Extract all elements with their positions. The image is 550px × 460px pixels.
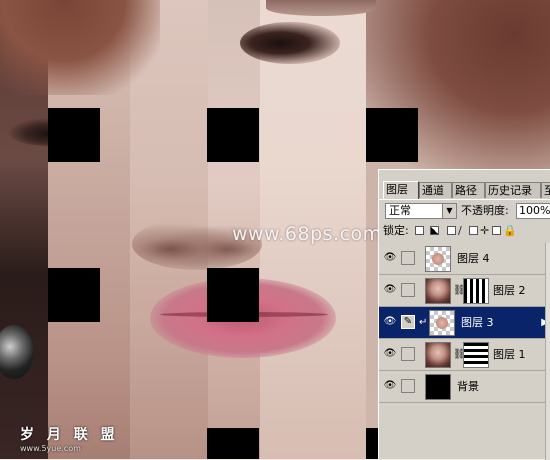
layer-mask-thumbnail[interactable] (463, 278, 489, 304)
lock-all-icon: 🔒 (503, 224, 517, 237)
eyebrow (266, 0, 376, 16)
lock-transparent-icon[interactable] (415, 226, 424, 235)
divider (379, 199, 550, 200)
chain-link-icon[interactable]: ⛓ (453, 349, 466, 361)
layer-thumbnail (429, 310, 455, 336)
lock-all-checkbox[interactable] (492, 226, 501, 235)
visibility-eye-icon[interactable]: 👁 (383, 316, 397, 328)
tab-paths[interactable]: 路径 (452, 182, 485, 198)
tab-history[interactable]: 历史记录 (485, 182, 541, 198)
black-square (207, 428, 259, 459)
layer-row-selected[interactable]: 👁 ✎ ↵ 图层 3 ▶ (379, 307, 550, 339)
black-square (207, 108, 259, 162)
layer-name: 图层 3 (461, 316, 494, 329)
watermark-url: www.5yue.com (20, 444, 81, 453)
layer-mask-thumbnail[interactable] (463, 342, 489, 368)
lock-label: 锁定: (383, 224, 409, 237)
lock-brush-checkbox[interactable] (447, 226, 456, 235)
panel-tabs: 图层 通道 路径 历史记录 至 (379, 181, 550, 199)
link-cell[interactable] (401, 251, 415, 265)
opacity-label: 不透明度: (461, 204, 509, 217)
layer-thumbnail (425, 246, 451, 272)
tab-layers[interactable]: 图层 (383, 181, 419, 199)
clipping-arrow-icon: ↵ (419, 317, 428, 328)
tab-more[interactable]: 至 (541, 182, 550, 198)
lock-row: 锁定: ∕ ✛ 🔒 (379, 223, 550, 239)
chevron-down-icon[interactable]: ▼ (442, 204, 456, 218)
layer-thumbnail (425, 342, 451, 368)
layer-thumbnail (425, 278, 451, 304)
layer-name: 背景 (457, 380, 479, 393)
black-square (366, 108, 418, 162)
layers-panel: 图层 通道 路径 历史记录 至 正常 ▼ 不透明度: 100% 锁定: ∕ ✛ … (378, 169, 550, 460)
black-square (48, 108, 100, 162)
link-cell[interactable] (401, 379, 415, 393)
blend-mode-select[interactable]: 正常 ▼ (385, 203, 457, 219)
lock-image-icon[interactable] (430, 226, 439, 235)
layer-thumbnail (425, 374, 451, 400)
blend-mode-value: 正常 (389, 204, 411, 217)
tab-channels[interactable]: 通道 (419, 182, 452, 198)
chain-link-icon[interactable]: ⛓ (453, 285, 466, 297)
black-square (366, 428, 378, 459)
visibility-eye-icon[interactable]: 👁 (383, 284, 397, 296)
layer-row[interactable]: 👁 ⛓ 图层 1 (379, 339, 550, 371)
brush-icon[interactable]: ✎ (401, 315, 415, 329)
layer-name: 图层 1 (493, 348, 526, 361)
hair-region (0, 0, 160, 95)
layer-row[interactable]: 👁 背景 (379, 371, 550, 403)
opacity-input[interactable]: 100% (516, 203, 550, 219)
move-icon: ✛ (480, 224, 490, 237)
black-square (48, 268, 100, 322)
lock-move-checkbox[interactable] (469, 226, 478, 235)
right-eye (240, 22, 340, 64)
scrollbar[interactable] (545, 243, 550, 460)
link-cell[interactable] (401, 283, 415, 297)
layer-row[interactable]: 👁 图层 4 (379, 243, 550, 275)
layer-name: 图层 4 (457, 252, 490, 265)
black-square (207, 268, 259, 322)
layer-row[interactable]: 👁 ⛓ 图层 2 (379, 275, 550, 307)
brush-icon: ∕ (458, 224, 462, 237)
visibility-eye-icon[interactable]: 👁 (383, 348, 397, 360)
watermark-brand: 岁 月 联 盟 (20, 427, 119, 443)
layer-name: 图层 2 (493, 284, 526, 297)
link-cell[interactable] (401, 347, 415, 361)
visibility-eye-icon[interactable]: 👁 (383, 252, 397, 264)
watermark-site: www.68ps.com (232, 223, 382, 245)
visibility-eye-icon[interactable]: 👁 (383, 380, 397, 392)
